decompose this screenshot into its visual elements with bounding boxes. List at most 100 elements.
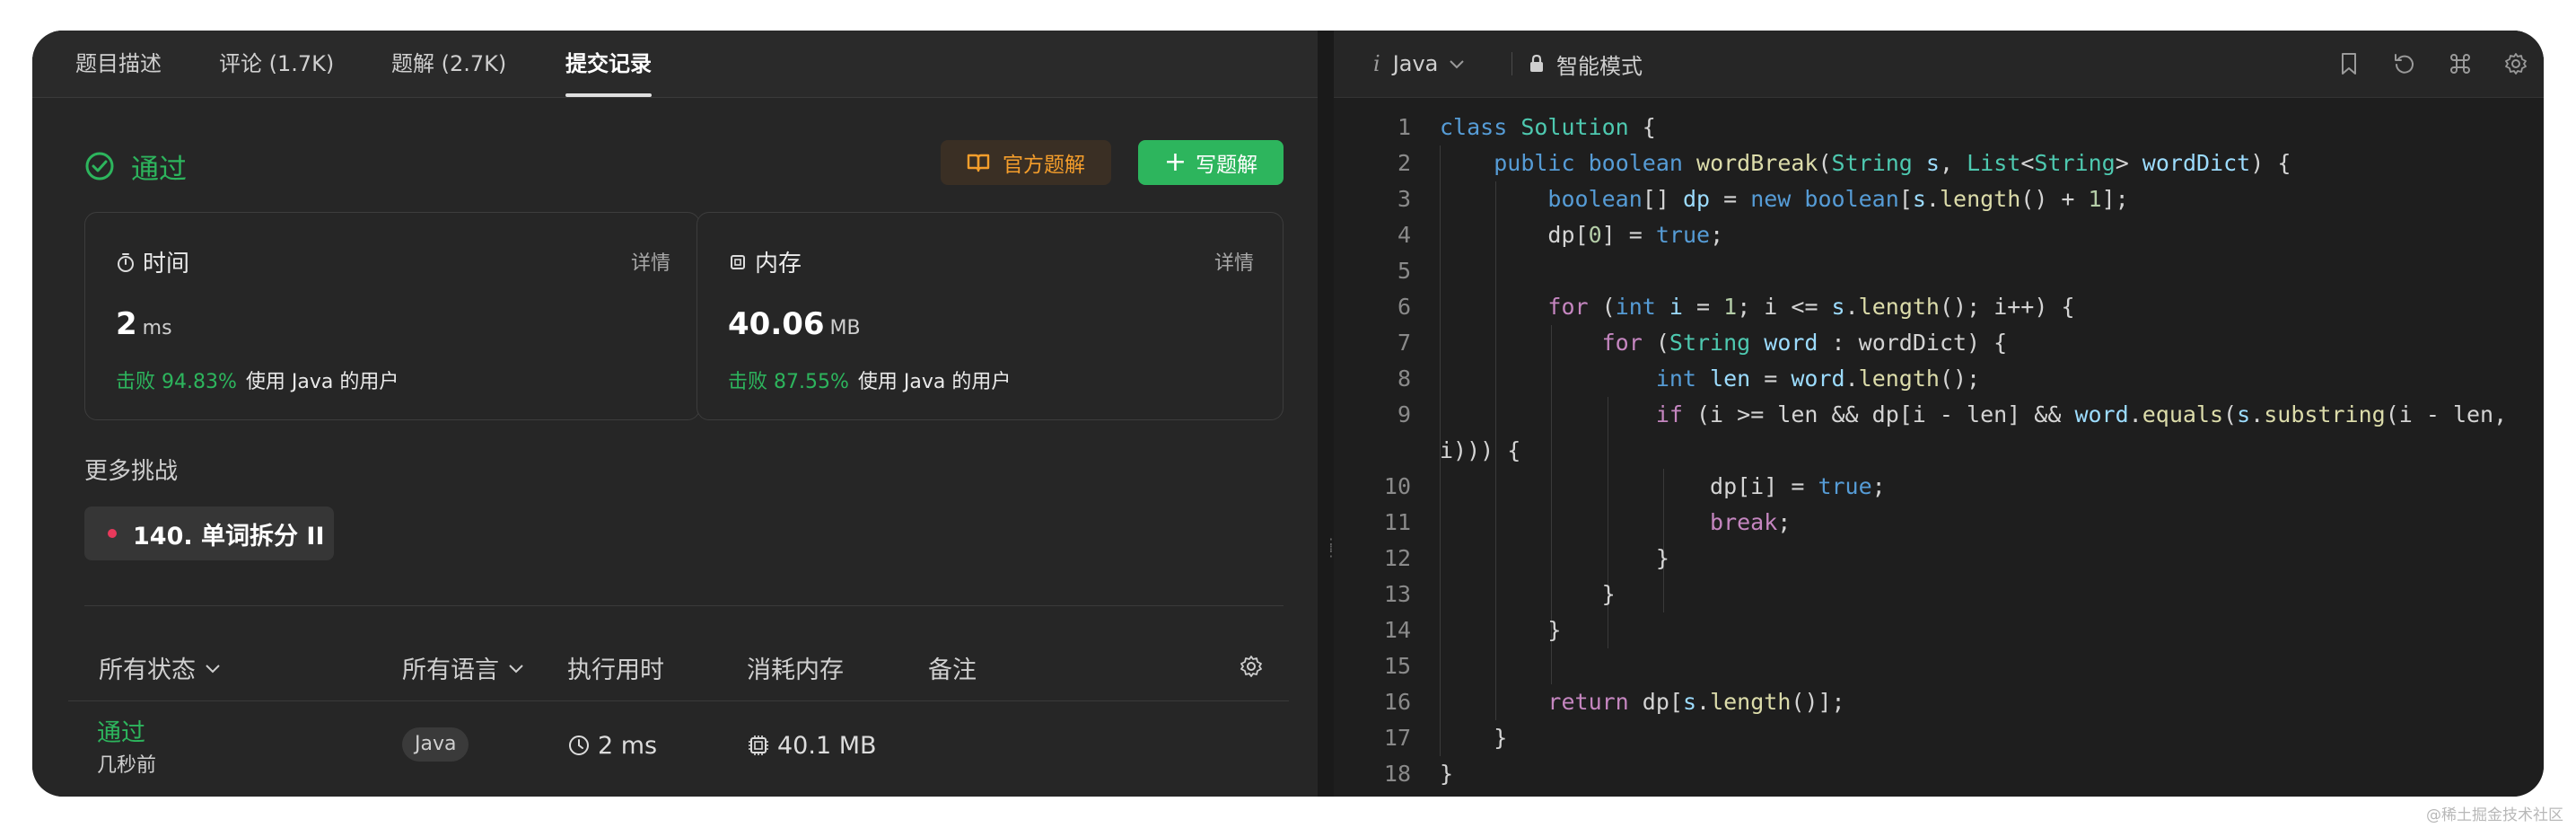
code-line: } xyxy=(1440,581,1616,607)
active-tab-indicator xyxy=(565,93,652,97)
line-number: 17 xyxy=(1383,725,1411,751)
challenge-item-label: 140. 单词拆分 II xyxy=(133,522,325,551)
table-divider xyxy=(68,700,1289,701)
runtime-value: 2 ms xyxy=(116,306,172,342)
line-number: 10 xyxy=(1383,473,1411,499)
lock-icon xyxy=(1530,54,1543,72)
row-language-badge: Java xyxy=(402,727,469,762)
filter-language-label: 所有语言 xyxy=(402,656,499,684)
line-number: 12 xyxy=(1383,545,1411,571)
row-status[interactable]: 通过 xyxy=(97,713,145,748)
code-line: return dp[s.length()]; xyxy=(1547,689,1845,715)
code-line: dp[0] = true; xyxy=(1440,222,1724,248)
challenge-item[interactable]: 140. 单词拆分 II xyxy=(84,506,334,560)
bookmark-icon xyxy=(2342,53,2356,75)
more-challenges-title: 更多挑战 xyxy=(84,458,179,485)
row-runtime-value: 2 ms xyxy=(598,731,658,760)
header-runtime: 执行用时 xyxy=(567,650,664,685)
language-selector[interactable]: i Java xyxy=(1373,31,1465,97)
panel-resizer[interactable]: ⋮ ⋮ xyxy=(1318,31,1338,797)
write-solution-button[interactable]: + 写题解 xyxy=(1138,140,1284,185)
tab-comments[interactable]: 评论 (1.7K) xyxy=(219,31,334,97)
smart-mode-label: 智能模式 xyxy=(1556,53,1643,79)
tab-solutions[interactable]: 题解 (2.7K) xyxy=(391,31,506,97)
memory-detail-link[interactable]: 详情 xyxy=(1214,247,1254,276)
memory-card: 内存 详情 40.06 MB 击败 87.55% 使用 Java 的用户 xyxy=(697,212,1284,420)
book-icon xyxy=(967,154,990,172)
line-number: 7 xyxy=(1397,330,1411,356)
tab-description[interactable]: 题目描述 xyxy=(75,31,162,97)
runtime-title-text: 时间 xyxy=(143,251,190,277)
shortcuts-button[interactable] xyxy=(2445,48,2475,79)
memory-title-text: 内存 xyxy=(755,251,802,277)
table-settings-button[interactable] xyxy=(1239,654,1264,679)
code-line: } xyxy=(1440,545,1669,571)
header-memory-label: 消耗内存 xyxy=(747,656,844,684)
filter-status[interactable]: 所有状态 xyxy=(99,650,221,685)
header-memory: 消耗内存 xyxy=(747,650,844,685)
tab-submissions[interactable]: 提交记录 xyxy=(565,31,652,97)
code-line: } xyxy=(1440,761,1454,787)
reset-code-button[interactable] xyxy=(2389,48,2420,79)
line-number: 15 xyxy=(1383,653,1411,679)
runtime-number: 2 xyxy=(116,306,137,342)
runtime-detail-link[interactable]: 详情 xyxy=(631,247,670,276)
line-number: 11 xyxy=(1383,509,1411,535)
line-number: 3 xyxy=(1397,186,1411,212)
language-prefix: i xyxy=(1373,51,1380,76)
line-number: 4 xyxy=(1397,222,1411,248)
status-text: 通过 xyxy=(131,153,187,186)
runtime-card: 时间 详情 2 ms 击败 94.83% 使用 Java 的用户 xyxy=(84,212,700,420)
row-memory: 40.1 MB xyxy=(747,727,877,763)
chevron-down-icon xyxy=(206,664,220,673)
submission-panel: 题目描述 评论 (1.7K) 题解 (2.7K) 提交记录 通过 官方题解 + … xyxy=(32,31,1318,797)
line-number: 16 xyxy=(1383,689,1411,715)
line-number: 6 xyxy=(1397,294,1411,320)
code-line: break; xyxy=(1710,509,1792,535)
official-solution-button[interactable]: 官方题解 xyxy=(941,140,1111,185)
tab-bar: 题目描述 评论 (1.7K) 题解 (2.7K) 提交记录 xyxy=(32,31,1318,98)
code-line: } xyxy=(1440,725,1508,751)
reset-icon xyxy=(2395,54,2414,74)
runtime-unit: ms xyxy=(142,317,172,339)
chevron-down-icon xyxy=(1450,60,1465,69)
code-line: if (i >= len && dp[i - len] && word.equa… xyxy=(1655,401,2508,427)
check-circle-icon xyxy=(85,152,114,181)
code-line: dp[i] = true; xyxy=(1440,473,1886,499)
editor-toolbar: i Java 智能模式 xyxy=(1334,31,2544,98)
memory-card-title: 内存 xyxy=(728,245,802,278)
difficulty-dot xyxy=(108,529,117,538)
header-runtime-label: 执行用时 xyxy=(567,656,664,684)
toolbar-separator xyxy=(1511,52,1512,75)
chip-icon xyxy=(731,254,745,269)
bookmark-button[interactable] xyxy=(2334,48,2364,79)
filter-status-label: 所有状态 xyxy=(99,656,196,684)
code-editor-panel: i Java 智能模式 1 2 3 4 5 6 7 8 9 10 11 12 1… xyxy=(1334,31,2544,797)
smart-mode-toggle[interactable]: 智能模式 xyxy=(1528,31,1643,97)
chevron-down-icon xyxy=(509,664,523,673)
header-notes-label: 备注 xyxy=(928,656,977,684)
code-line-wrap: i))) { xyxy=(1440,437,1521,463)
gear-icon xyxy=(1240,656,1262,677)
watermark: @稀土掘金技术社区 xyxy=(2426,806,2563,824)
divider xyxy=(84,605,1284,606)
line-number: 18 xyxy=(1383,761,1411,787)
code-line: for (int i = 1; i <= s.length(); i++) { xyxy=(1547,294,2075,320)
code-line: int len = word.length(); xyxy=(1655,366,1981,392)
memory-unit: MB xyxy=(829,317,861,339)
editor-settings-button[interactable] xyxy=(2501,48,2531,79)
clock-icon xyxy=(569,736,589,755)
line-number: 8 xyxy=(1397,366,1411,392)
result-status: 通过 xyxy=(84,144,187,189)
code-line: } xyxy=(1440,617,1562,643)
write-solution-label: 写题解 xyxy=(1196,154,1258,177)
code-area[interactable]: 1 2 3 4 5 6 7 8 9 10 11 12 13 14 15 16 17 18 class Soluti… xyxy=(1334,110,2544,797)
header-notes: 备注 xyxy=(928,650,977,685)
line-number: 1 xyxy=(1397,114,1411,140)
line-number: 9 xyxy=(1397,401,1411,427)
memory-beat-suffix: 使用 Java 的用户 xyxy=(857,371,1012,393)
code-line: public boolean wordBreak(String s, List<… xyxy=(1494,150,2291,176)
filter-language[interactable]: 所有语言 xyxy=(402,650,524,685)
